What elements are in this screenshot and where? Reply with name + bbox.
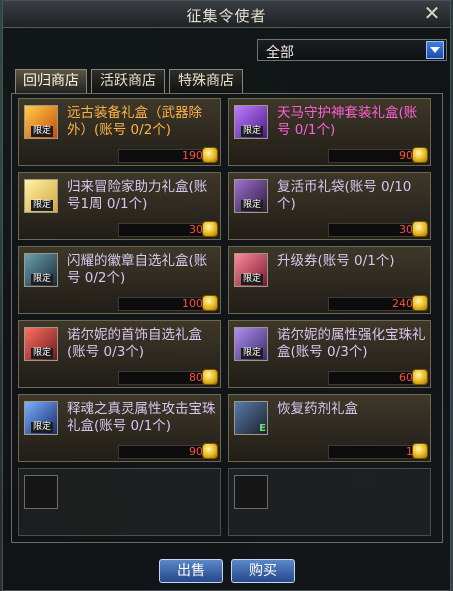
- emblem-box-icon: 限定: [24, 253, 58, 287]
- price-bar: 90: [328, 149, 414, 163]
- category-dropdown[interactable]: 全部: [257, 39, 447, 61]
- limited-badge: 限定: [241, 274, 264, 285]
- coin-icon: [202, 369, 218, 385]
- limited-badge: 限定: [31, 274, 54, 285]
- empty-slot-icon: [24, 475, 58, 509]
- item-name: 归来冒险家助力礼盒(账号1周 0/1个): [67, 179, 208, 212]
- title-bar[interactable]: 征集令使者 ✕: [3, 1, 450, 28]
- tab-return-shop[interactable]: 回归商店: [15, 69, 87, 93]
- item-price: 60: [399, 371, 413, 384]
- blue-chest-icon: 限定: [24, 401, 58, 435]
- limited-badge: 限定: [241, 348, 264, 359]
- category-dropdown-value: 全部: [266, 45, 294, 61]
- item-price: 80: [189, 371, 203, 384]
- coin-icon: [412, 443, 428, 459]
- item-name: 释魂之真灵属性攻击宝珠礼盒(账号 0/1个): [67, 401, 216, 434]
- price-bar: 190: [118, 149, 204, 163]
- price-bar: 100: [118, 297, 204, 311]
- item-price: 30: [399, 223, 413, 236]
- empty-slot-icon: [234, 475, 268, 509]
- price-bar: 30: [328, 223, 414, 237]
- shop-item-card[interactable]: 限定 归来冒险家助力礼盒(账号1周 0/1个) 30: [18, 172, 221, 240]
- shop-item-card[interactable]: 限定 天马守护神套装礼盒(账号 0/1个) 90: [228, 98, 431, 166]
- shop-item-card[interactable]: 限定 诺尔妮的首饰自选礼盒(账号 0/3个) 80: [18, 320, 221, 388]
- limited-badge: 限定: [31, 348, 54, 359]
- coin-icon: [412, 221, 428, 237]
- coin-icon: [202, 221, 218, 237]
- item-price: 90: [399, 149, 413, 162]
- coin-icon: [412, 147, 428, 163]
- limited-badge: 限定: [31, 422, 54, 433]
- window-title: 征集令使者: [186, 7, 267, 25]
- gift-box-icon: 限定: [24, 179, 58, 213]
- coin-icon: [412, 295, 428, 311]
- shop-window: 征集令使者 ✕ 全部 回归商店 活跃商店 特殊商店 限定 远古装备礼盒（武器除外）…: [2, 0, 451, 591]
- limited-badge: 限定: [241, 200, 264, 211]
- tab-special-shop[interactable]: 特殊商店: [169, 69, 243, 93]
- purple-chest-icon: 限定: [234, 105, 268, 139]
- coin-icon: [412, 369, 428, 385]
- coin-icon: [202, 443, 218, 459]
- limited-badge: 限定: [31, 200, 54, 211]
- coin-bag-icon: 限定: [234, 179, 268, 213]
- chevron-down-icon[interactable]: [426, 41, 444, 59]
- price-bar: 80: [118, 371, 204, 385]
- item-name: 恢复药剂礼盒: [277, 401, 358, 417]
- item-name: 闪耀的徽章自选礼盒(账号 0/2个): [67, 253, 208, 286]
- item-name: 升级券(账号 0/1个): [277, 253, 395, 269]
- ticket-icon: 限定: [234, 253, 268, 287]
- item-price: 100: [182, 297, 203, 310]
- limited-badge: 限定: [241, 126, 264, 137]
- orb-box-icon: 限定: [234, 327, 268, 361]
- buy-button[interactable]: 购买: [231, 559, 295, 583]
- empty-item-slot: [18, 468, 221, 536]
- sell-button[interactable]: 出售: [159, 559, 223, 583]
- price-bar: 240: [328, 297, 414, 311]
- shop-item-card[interactable]: 限定 闪耀的徽章自选礼盒(账号 0/2个) 100: [18, 246, 221, 314]
- price-bar: 30: [118, 223, 204, 237]
- item-name: 复活币礼袋(账号 0/10个): [277, 179, 412, 212]
- item-price: 190: [182, 149, 203, 162]
- item-name: 诺尔妮的属性强化宝珠礼盒(账号 0/3个): [277, 327, 426, 360]
- price-bar: 90: [118, 445, 204, 459]
- item-name: 远古装备礼盒（武器除外）(账号 0/2个): [67, 105, 202, 138]
- item-price: 90: [189, 445, 203, 458]
- coin-icon: [202, 147, 218, 163]
- coin-icon: [202, 295, 218, 311]
- tab-active-shop[interactable]: 活跃商店: [91, 69, 165, 93]
- item-name: 天马守护神套装礼盒(账号 0/1个): [277, 105, 418, 138]
- item-name: 诺尔妮的首饰自选礼盒(账号 0/3个): [67, 327, 202, 360]
- shop-item-card[interactable]: 限定 诺尔妮的属性强化宝珠礼盒(账号 0/3个) 60: [228, 320, 431, 388]
- item-price: 30: [189, 223, 203, 236]
- jewelry-box-icon: 限定: [24, 327, 58, 361]
- price-bar: 1: [328, 445, 414, 459]
- orange-chest-icon: 限定: [24, 105, 58, 139]
- shop-item-card[interactable]: 限定 复活币礼袋(账号 0/10个) 30: [228, 172, 431, 240]
- close-icon[interactable]: ✕: [422, 3, 442, 23]
- item-price: 240: [392, 297, 413, 310]
- empty-item-slot: [228, 468, 431, 536]
- item-mark: E: [259, 423, 266, 434]
- price-bar: 60: [328, 371, 414, 385]
- shop-item-card[interactable]: 限定 远古装备礼盒（武器除外）(账号 0/2个) 190: [18, 98, 221, 166]
- shop-item-card[interactable]: 限定 释魂之真灵属性攻击宝珠礼盒(账号 0/1个) 90: [18, 394, 221, 462]
- limited-badge: 限定: [31, 126, 54, 137]
- item-grid: 限定 远古装备礼盒（武器除外）(账号 0/2个) 190 限定 天马守护神套装礼盒(账号…: [11, 93, 443, 543]
- potion-box-icon: E: [234, 401, 268, 435]
- shop-item-card[interactable]: 限定 升级券(账号 0/1个) 240: [228, 246, 431, 314]
- shop-item-card[interactable]: E 恢复药剂礼盒 1: [228, 394, 431, 462]
